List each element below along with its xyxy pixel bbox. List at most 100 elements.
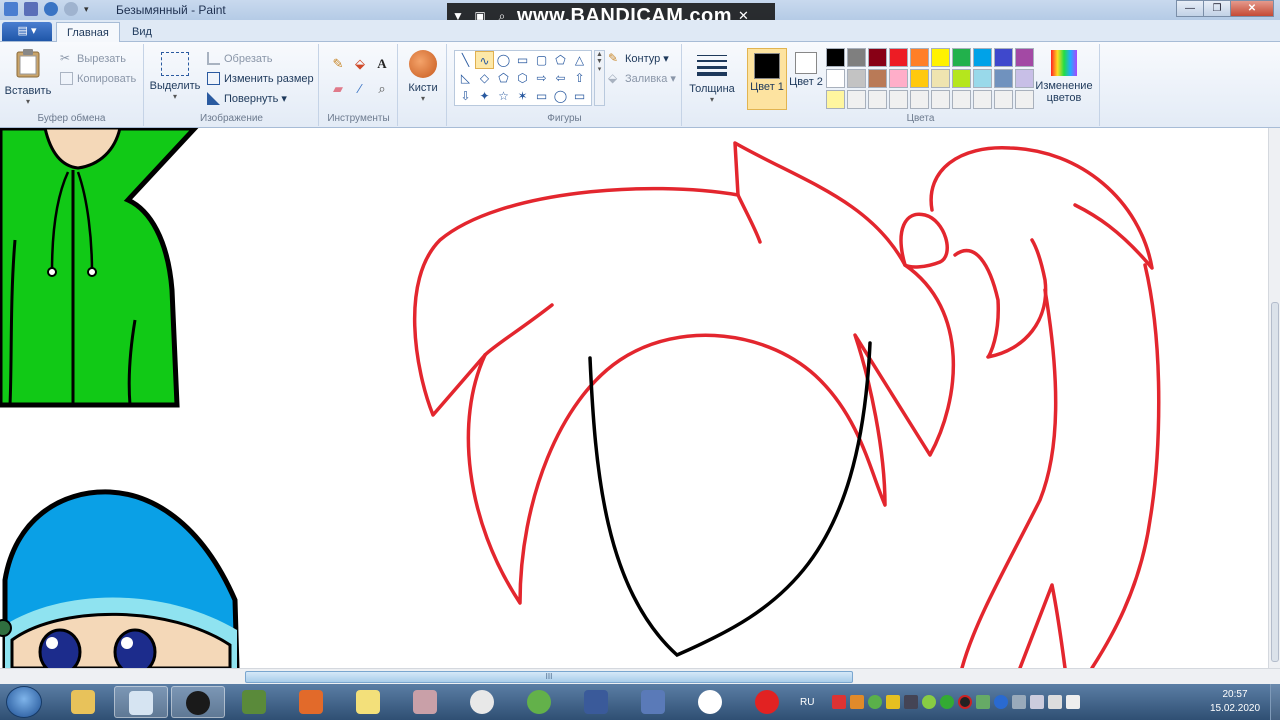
magnifier-icon[interactable]: ⌕ xyxy=(372,79,392,99)
size-button[interactable]: Толщина ▾ xyxy=(687,52,737,104)
palette-swatch[interactable] xyxy=(1015,48,1034,67)
palette-swatch[interactable] xyxy=(1015,90,1034,109)
tools-tray-icon[interactable] xyxy=(904,695,919,709)
shape-item[interactable]: ∿ xyxy=(475,51,494,69)
palette-swatch[interactable] xyxy=(889,48,908,67)
vertical-scrollbar[interactable] xyxy=(1268,128,1280,668)
taskbar-minecraft[interactable] xyxy=(228,686,282,718)
shape-item[interactable]: ☆ xyxy=(494,87,513,105)
palette-swatch[interactable] xyxy=(910,90,929,109)
shape-item[interactable]: ▢ xyxy=(532,51,551,69)
avast-icon[interactable] xyxy=(832,695,847,709)
palette-swatch[interactable] xyxy=(910,48,929,67)
taskbar-paint[interactable] xyxy=(114,686,168,718)
flag-icon[interactable] xyxy=(1066,695,1081,709)
palette-swatch[interactable] xyxy=(952,69,971,88)
gpu-tray-icon[interactable] xyxy=(976,695,991,709)
maximize-button[interactable]: ❐ xyxy=(1203,0,1231,17)
shape-item[interactable]: ⬡ xyxy=(513,69,532,87)
outline-button[interactable]: ✎ Контур ▾ xyxy=(608,52,669,66)
redo-icon[interactable] xyxy=(64,2,78,16)
palette-swatch[interactable] xyxy=(889,90,908,109)
palette-swatch[interactable] xyxy=(952,90,971,109)
palette-swatch[interactable] xyxy=(847,90,866,109)
palette-swatch[interactable] xyxy=(868,90,887,109)
color1-button[interactable]: Цвет 1 xyxy=(747,48,787,110)
file-icon[interactable] xyxy=(850,695,865,709)
shapes-scroll[interactable]: ▲ ▼ ▾ xyxy=(594,50,605,106)
palette-swatch[interactable] xyxy=(931,90,950,109)
fill-button[interactable]: ⬙ Заливка ▾ xyxy=(608,72,676,86)
drawing-canvas[interactable] xyxy=(0,128,1268,668)
palette-swatch[interactable] xyxy=(931,69,950,88)
palette-swatch[interactable] xyxy=(952,48,971,67)
volume-icon[interactable] xyxy=(1048,695,1063,709)
pencil-icon[interactable]: ✎ xyxy=(328,54,348,74)
shape-item[interactable]: ⬠ xyxy=(494,69,513,87)
text-tool-icon[interactable]: A xyxy=(372,54,392,74)
customize-quick-access-icon[interactable]: ▾ xyxy=(84,4,89,15)
horizontal-scroll-thumb[interactable]: III xyxy=(245,671,853,683)
taskbar-bandicam[interactable] xyxy=(171,686,225,718)
tab-home[interactable]: Главная xyxy=(56,22,120,43)
taskbar-explorer[interactable] xyxy=(57,686,111,718)
paste-button[interactable]: Вставить ▾ xyxy=(4,48,52,106)
palette-swatch[interactable] xyxy=(826,69,845,88)
fill-bucket-icon[interactable]: ⬙ xyxy=(350,54,370,74)
palette-swatch[interactable] xyxy=(994,90,1013,109)
brushes-dropdown-icon[interactable]: ▾ xyxy=(403,94,443,103)
brushes-button[interactable]: Кисти ▾ xyxy=(403,50,443,103)
palette-swatch[interactable] xyxy=(826,90,845,109)
network-icon[interactable] xyxy=(1030,695,1045,709)
taskbar-chrome[interactable] xyxy=(456,686,510,718)
alert-icon[interactable] xyxy=(886,695,901,709)
select-dropdown-icon[interactable]: ▾ xyxy=(149,92,201,101)
undo-icon[interactable] xyxy=(44,2,58,16)
taskbar-winrar[interactable] xyxy=(399,686,453,718)
taskbar-yandex-browser[interactable] xyxy=(684,686,738,718)
palette-swatch[interactable] xyxy=(994,48,1013,67)
palette-swatch[interactable] xyxy=(826,48,845,67)
taskbar-network-app[interactable] xyxy=(627,686,681,718)
save-icon[interactable] xyxy=(24,2,38,16)
close-button[interactable]: ✕ xyxy=(1230,0,1274,17)
taskbar-utorrent[interactable] xyxy=(513,686,567,718)
palette-swatch[interactable] xyxy=(910,69,929,88)
tab-view[interactable]: Вид xyxy=(122,22,162,43)
palette-swatch[interactable] xyxy=(889,69,908,88)
language-indicator[interactable]: RU xyxy=(800,697,814,708)
resize-button[interactable]: Изменить размер xyxy=(207,72,314,85)
record-tray-icon[interactable] xyxy=(958,695,973,709)
battery-icon[interactable] xyxy=(1012,695,1027,709)
palette-swatch[interactable] xyxy=(973,90,992,109)
shape-item[interactable]: ◯ xyxy=(551,87,570,105)
palette-swatch[interactable] xyxy=(847,48,866,67)
copy-button[interactable]: Копировать xyxy=(60,72,136,85)
file-menu-button[interactable]: ▤ ▾ xyxy=(2,22,52,41)
size-dropdown-icon[interactable]: ▾ xyxy=(687,95,737,104)
shape-item[interactable]: ✦ xyxy=(475,87,494,105)
shape-item[interactable]: ▭ xyxy=(570,87,589,105)
edit-colors-button[interactable]: Изменение цветов xyxy=(1034,48,1094,104)
crop-button[interactable]: Обрезать xyxy=(207,52,273,65)
palette-swatch[interactable] xyxy=(868,69,887,88)
taskbar-drawing-app[interactable] xyxy=(570,686,624,718)
palette-swatch[interactable] xyxy=(868,48,887,67)
shape-item[interactable]: ▭ xyxy=(532,87,551,105)
start-button[interactable] xyxy=(6,686,42,718)
rotate-button[interactable]: Повернуть ▾ xyxy=(207,92,287,105)
paste-dropdown-icon[interactable]: ▾ xyxy=(4,97,52,106)
palette-swatch[interactable] xyxy=(847,69,866,88)
shape-item[interactable]: ◺ xyxy=(456,69,475,87)
globe-tray-icon[interactable] xyxy=(940,695,955,709)
palette-swatch[interactable] xyxy=(931,48,950,67)
shape-item[interactable]: ⇩ xyxy=(456,87,475,105)
palette-swatch[interactable] xyxy=(973,48,992,67)
palette-swatch[interactable] xyxy=(1015,69,1034,88)
color-picker-icon[interactable]: ⁄ xyxy=(350,79,370,99)
shape-item[interactable]: ✶ xyxy=(513,87,532,105)
shape-item[interactable]: ⬠ xyxy=(551,51,570,69)
plus-tray-icon[interactable] xyxy=(922,695,937,709)
vertical-scroll-thumb[interactable] xyxy=(1271,302,1279,662)
shape-item[interactable]: ╲ xyxy=(456,51,475,69)
